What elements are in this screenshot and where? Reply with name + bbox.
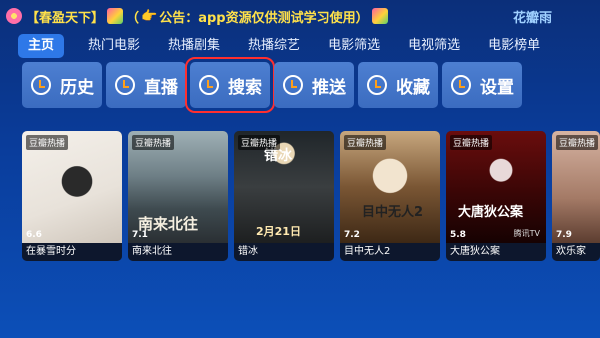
- search-icon: [199, 75, 219, 95]
- source-badge: 豆瓣热播: [26, 135, 69, 150]
- notice-app-name: 【春盈天下】: [26, 10, 105, 26]
- push-icon: [283, 75, 303, 95]
- tab-hot-movies[interactable]: 热门电影: [88, 34, 140, 58]
- rating-score: 7.9: [556, 230, 572, 240]
- push-button[interactable]: 推送: [274, 62, 354, 108]
- search-label: 搜索: [228, 77, 262, 98]
- source-badge: 豆瓣热播: [450, 135, 493, 150]
- source-badge: 豆瓣热播: [556, 135, 599, 150]
- favorite-icon: [367, 75, 387, 95]
- rating-score: 7.2: [344, 230, 360, 240]
- sticker-icon: [371, 8, 388, 24]
- poster-card[interactable]: 豆瓣热播 7.9 欢乐家: [552, 131, 600, 261]
- poster-title: 大唐狄公案: [446, 243, 546, 261]
- settings-label: 设置: [480, 77, 514, 98]
- notice-text: 公告：app资源仅供测试学习使用）: [159, 10, 369, 26]
- source-badge: 豆瓣热播: [344, 135, 387, 150]
- sticker-icon: [107, 8, 124, 24]
- poster-art-title: 目中无人2: [362, 205, 424, 220]
- poster-card[interactable]: 错冰 2月21日 豆瓣热播 错冰: [234, 131, 334, 261]
- tab-movie-filter[interactable]: 电影筛选: [328, 34, 380, 58]
- platform-logo: 腾讯TV: [513, 229, 540, 238]
- poster-card[interactable]: 南来北往 豆瓣热播 7.1 南来北往: [128, 131, 228, 261]
- settings-button[interactable]: 设置: [442, 62, 522, 108]
- header-bar: 【春盈天下】 （ 👉 公告：app资源仅供测试学习使用） 花瓣雨: [0, 0, 600, 32]
- source-badge: 豆瓣热播: [238, 135, 281, 150]
- tab-hot-variety[interactable]: 热播综艺: [248, 34, 300, 58]
- notice-banner: 【春盈天下】 （ 👉 公告：app资源仅供测试学习使用）: [26, 7, 391, 26]
- category-tabs: 主页 热门电影 热播剧集 热播综艺 电影筛选 电视筛选 电影榜单: [18, 34, 568, 58]
- poster-title: 错冰: [234, 243, 334, 261]
- tab-home[interactable]: 主页: [18, 34, 65, 58]
- release-date: 2月21日: [256, 225, 301, 238]
- poster-title: 目中无人2: [340, 243, 440, 261]
- poster-title: 欢乐家: [552, 243, 600, 261]
- tab-movie-ranking[interactable]: 电影榜单: [488, 34, 540, 58]
- search-button[interactable]: 搜索: [185, 57, 275, 113]
- live-button[interactable]: 直播: [106, 62, 186, 108]
- tab-tv-filter[interactable]: 电视筛选: [408, 34, 460, 58]
- poster-card[interactable]: 豆瓣热播 6.6 在暴雪时分: [22, 131, 122, 261]
- history-icon: [31, 75, 51, 95]
- pointing-hand-icon: 👉: [141, 8, 158, 24]
- source-badge: 豆瓣热播: [132, 135, 175, 150]
- history-label: 历史: [60, 77, 94, 98]
- poster-title: 南来北往: [128, 243, 228, 261]
- rating-score: 7.1: [132, 230, 148, 240]
- history-button[interactable]: 历史: [22, 62, 102, 108]
- favorite-button[interactable]: 收藏: [358, 62, 438, 108]
- settings-icon: [451, 75, 471, 95]
- poster-card[interactable]: 目中无人2 豆瓣热播 7.2 目中无人2: [340, 131, 440, 261]
- flower-icon: [6, 8, 22, 24]
- poster-title: 在暴雪时分: [22, 243, 122, 261]
- rating-score: 5.8: [450, 230, 466, 240]
- push-label: 推送: [312, 77, 346, 98]
- live-icon: [115, 75, 135, 95]
- live-label: 直播: [144, 77, 178, 98]
- notice-paren: （: [126, 10, 140, 26]
- tab-hot-series[interactable]: 热播剧集: [168, 34, 220, 58]
- rating-score: 6.6: [26, 230, 42, 240]
- user-name[interactable]: 花瓣雨: [513, 7, 552, 26]
- poster-card[interactable]: 大唐狄公案 豆瓣热播 5.8 腾讯TV 大唐狄公案: [446, 131, 546, 261]
- poster-art-title: 大唐狄公案: [458, 205, 524, 220]
- favorite-label: 收藏: [396, 77, 430, 98]
